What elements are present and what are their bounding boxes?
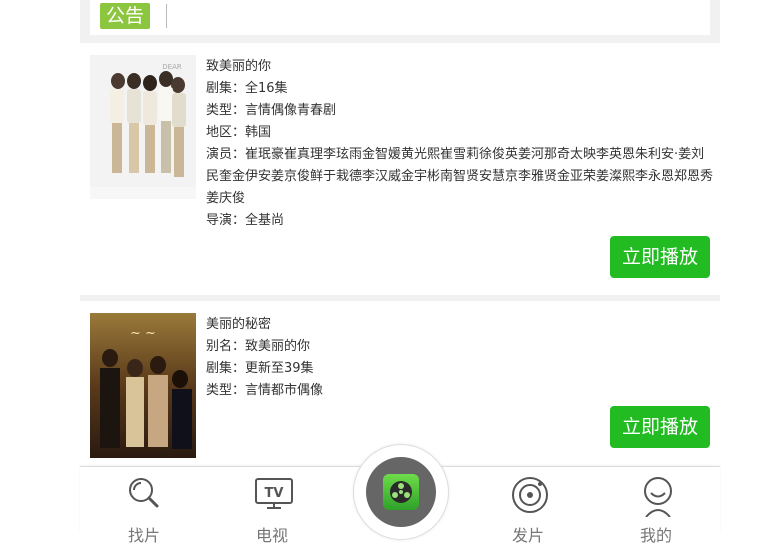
notice-divider bbox=[166, 4, 167, 28]
nav-label-tv: 电视 bbox=[255, 526, 288, 545]
show-director: 导演：全基尚 bbox=[206, 213, 285, 228]
nav-label-mine: 我的 bbox=[639, 526, 672, 545]
svg-text:DEAR: DEAR bbox=[162, 63, 182, 71]
show-genre: 类型：言情偶像青春剧 bbox=[206, 103, 337, 118]
show-title[interactable]: 美丽的秘密 bbox=[206, 314, 714, 336]
svg-text:~ ~: ~ ~ bbox=[130, 326, 156, 341]
show-card[interactable]: DEAR 致美丽的你 剧集：全16集 类型：言情偶像青春剧 地区：韩国 演员：崔… bbox=[80, 43, 720, 295]
show-info: 美丽的秘密 别名：致美丽的你 剧集：更新至39集 类型：言情都市偶像 bbox=[206, 314, 714, 402]
search-icon bbox=[129, 478, 159, 508]
svg-text:TV: TV bbox=[265, 486, 284, 501]
user-icon bbox=[644, 477, 672, 517]
show-region: 地区：韩国 bbox=[206, 125, 272, 140]
show-cast: 演员：崔珉豪崔真理李玹雨金智媛黄光熙崔雪莉徐俊英姜河那奇太映李英恩朱利安·姜刘民… bbox=[206, 147, 714, 206]
film-reel-icon bbox=[383, 474, 419, 510]
notice-bar: 公告 bbox=[90, 0, 710, 35]
nav-item-mine[interactable]: 我的 bbox=[616, 467, 696, 545]
show-title[interactable]: 致美丽的你 bbox=[206, 56, 714, 78]
nav-label-find: 找片 bbox=[127, 526, 160, 545]
tv-icon: TV bbox=[255, 478, 293, 509]
notice-badge: 公告 bbox=[100, 3, 150, 29]
show-alias: 别名：致美丽的你 bbox=[206, 339, 311, 354]
disc-icon bbox=[512, 477, 548, 513]
nav-item-find[interactable]: 找片 bbox=[104, 467, 184, 545]
nav-item-publish[interactable]: 发片 bbox=[488, 467, 568, 545]
show-info: 致美丽的你 剧集：全16集 类型：言情偶像青春剧 地区：韩国 演员：崔珉豪崔真理… bbox=[206, 56, 714, 232]
show-episodes: 剧集：全16集 bbox=[206, 81, 288, 96]
play-now-button[interactable]: 立即播放 bbox=[610, 236, 710, 278]
nav-item-tv[interactable]: TV 电视 bbox=[232, 467, 312, 545]
show-poster[interactable]: ~ ~ bbox=[90, 313, 196, 458]
show-episodes: 剧集：更新至39集 bbox=[206, 361, 314, 376]
nav-label-publish: 发片 bbox=[511, 526, 544, 545]
center-play-button[interactable] bbox=[353, 444, 449, 540]
show-genre: 类型：言情都市偶像 bbox=[206, 383, 324, 398]
play-now-button[interactable]: 立即播放 bbox=[610, 406, 710, 448]
center-button-bg bbox=[366, 457, 436, 527]
show-poster[interactable]: DEAR bbox=[90, 55, 196, 199]
